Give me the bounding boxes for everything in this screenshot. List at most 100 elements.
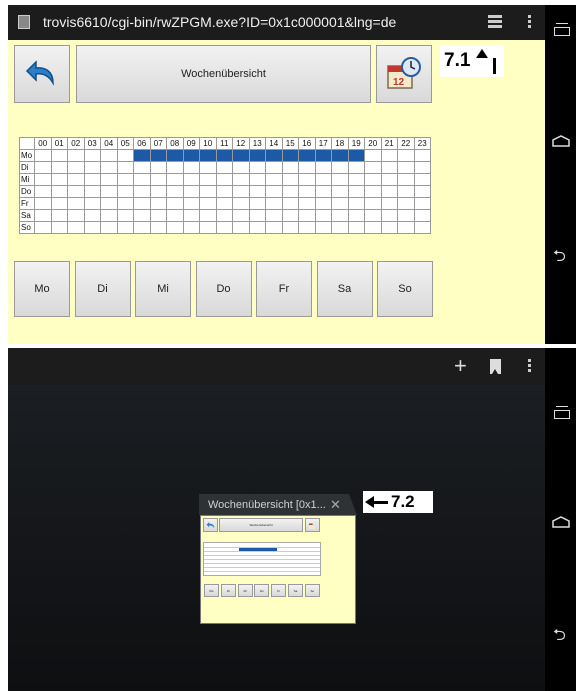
schedule-cell[interactable] — [116, 173, 134, 186]
day-button-so[interactable]: So — [377, 261, 433, 317]
schedule-cell[interactable] — [166, 197, 184, 210]
schedule-cell[interactable] — [232, 209, 250, 222]
schedule-cell[interactable] — [182, 209, 200, 222]
schedule-cell[interactable] — [298, 185, 316, 198]
schedule-cell[interactable] — [314, 197, 332, 210]
schedule-cell[interactable] — [413, 161, 431, 174]
schedule-cell[interactable] — [265, 185, 283, 198]
schedule-cell[interactable] — [199, 161, 217, 174]
schedule-cell[interactable] — [34, 197, 52, 210]
schedule-cell[interactable] — [331, 185, 349, 198]
bookmark-icon[interactable] — [490, 359, 501, 374]
schedule-cell[interactable] — [50, 149, 68, 162]
schedule-cell[interactable] — [314, 185, 332, 198]
schedule-cell[interactable] — [298, 149, 316, 162]
schedule-cell[interactable] — [100, 197, 118, 210]
schedule-cell[interactable] — [149, 173, 167, 186]
schedule-cell[interactable] — [314, 209, 332, 222]
schedule-cell[interactable] — [149, 221, 167, 234]
schedule-cell[interactable] — [347, 149, 365, 162]
schedule-cell[interactable] — [232, 149, 250, 162]
schedule-cell[interactable] — [34, 209, 52, 222]
schedule-cell[interactable] — [166, 161, 184, 174]
schedule-cell[interactable] — [199, 197, 217, 210]
schedule-cell[interactable] — [397, 149, 415, 162]
schedule-cell[interactable] — [166, 221, 184, 234]
schedule-cell[interactable] — [298, 173, 316, 186]
schedule-cell[interactable] — [67, 209, 85, 222]
schedule-cell[interactable] — [265, 221, 283, 234]
schedule-cell[interactable] — [281, 209, 299, 222]
url-text[interactable]: trovis6610/cgi-bin/rwZPGM.exe?ID=0x1c000… — [43, 14, 396, 30]
calendar-button[interactable]: 12 — [376, 45, 432, 103]
schedule-cell[interactable] — [265, 173, 283, 186]
url-bar[interactable]: trovis6610/cgi-bin/rwZPGM.exe?ID=0x1c000… — [8, 5, 545, 40]
schedule-cell[interactable] — [199, 173, 217, 186]
schedule-cell[interactable] — [364, 149, 382, 162]
tab-header[interactable]: Wochenübersicht [0x1... — [199, 494, 349, 515]
schedule-cell[interactable] — [34, 221, 52, 234]
schedule-cell[interactable] — [232, 221, 250, 234]
schedule-cell[interactable] — [67, 173, 85, 186]
schedule-cell[interactable] — [265, 209, 283, 222]
back-nav-icon[interactable]: ⮌ — [553, 624, 566, 651]
schedule-cell[interactable] — [83, 173, 101, 186]
schedule-cell[interactable] — [380, 221, 398, 234]
schedule-cell[interactable] — [34, 173, 52, 186]
schedule-cell[interactable] — [397, 173, 415, 186]
schedule-cell[interactable] — [215, 221, 233, 234]
plus-icon[interactable]: + — [454, 355, 467, 377]
schedule-cell[interactable] — [34, 149, 52, 162]
schedule-cell[interactable] — [149, 149, 167, 162]
schedule-cell[interactable] — [215, 185, 233, 198]
day-button-mi[interactable]: Mi — [135, 261, 191, 317]
schedule-cell[interactable] — [413, 173, 431, 186]
day-button-di[interactable]: Di — [74, 261, 131, 317]
schedule-cell[interactable] — [380, 149, 398, 162]
schedule-cell[interactable] — [67, 161, 85, 174]
schedule-cell[interactable] — [50, 173, 68, 186]
schedule-cell[interactable] — [149, 185, 167, 198]
schedule-cell[interactable] — [133, 197, 151, 210]
schedule-cell[interactable] — [248, 173, 266, 186]
schedule-cell[interactable] — [364, 185, 382, 198]
tab-switcher-icon[interactable] — [488, 15, 502, 29]
schedule-cell[interactable] — [182, 173, 200, 186]
schedule-cell[interactable] — [364, 161, 382, 174]
schedule-cell[interactable] — [50, 161, 68, 174]
schedule-cell[interactable] — [133, 149, 151, 162]
schedule-cell[interactable] — [67, 185, 85, 198]
schedule-cell[interactable] — [281, 161, 299, 174]
back-button[interactable] — [14, 45, 70, 103]
schedule-cell[interactable] — [364, 221, 382, 234]
schedule-cell[interactable] — [248, 185, 266, 198]
schedule-cell[interactable] — [413, 197, 431, 210]
schedule-cell[interactable] — [265, 161, 283, 174]
home-icon[interactable] — [552, 516, 570, 528]
schedule-cell[interactable] — [199, 185, 217, 198]
schedule-cell[interactable] — [248, 161, 266, 174]
schedule-cell[interactable] — [331, 173, 349, 186]
schedule-cell[interactable] — [116, 221, 134, 234]
schedule-cell[interactable] — [232, 197, 250, 210]
schedule-cell[interactable] — [347, 185, 365, 198]
schedule-cell[interactable] — [215, 173, 233, 186]
schedule-cell[interactable] — [182, 149, 200, 162]
schedule-cell[interactable] — [67, 221, 85, 234]
schedule-cell[interactable] — [232, 161, 250, 174]
schedule-cell[interactable] — [100, 221, 118, 234]
schedule-cell[interactable] — [265, 149, 283, 162]
overflow-menu-icon[interactable] — [528, 15, 532, 30]
schedule-cell[interactable] — [83, 197, 101, 210]
schedule-cell[interactable] — [166, 185, 184, 198]
schedule-cell[interactable] — [133, 221, 151, 234]
schedule-cell[interactable] — [116, 197, 134, 210]
schedule-cell[interactable] — [347, 197, 365, 210]
schedule-cell[interactable] — [83, 185, 101, 198]
schedule-cell[interactable] — [100, 209, 118, 222]
schedule-cell[interactable] — [34, 185, 52, 198]
schedule-cell[interactable] — [314, 149, 332, 162]
schedule-cell[interactable] — [182, 185, 200, 198]
schedule-cell[interactable] — [265, 197, 283, 210]
schedule-cell[interactable] — [166, 149, 184, 162]
